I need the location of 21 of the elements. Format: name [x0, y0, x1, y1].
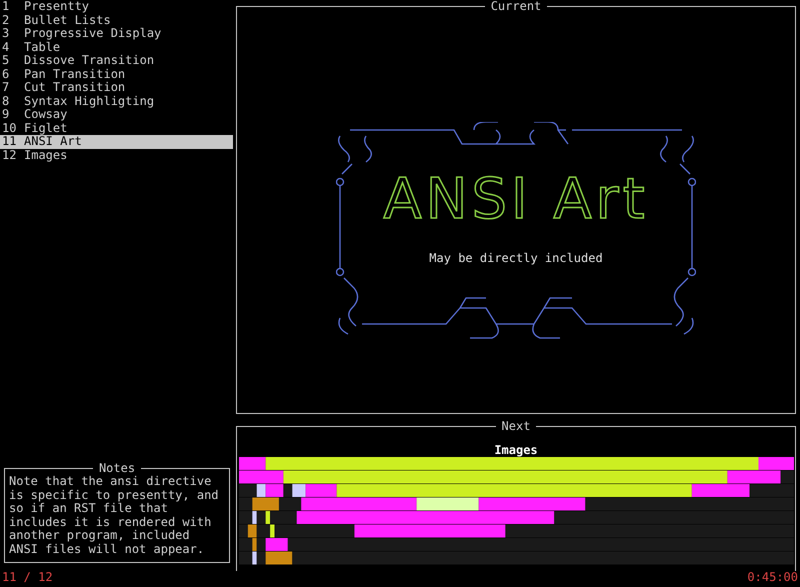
slide-list-item[interactable]: 1 Presentty [0, 0, 233, 14]
slide-list-item[interactable]: 2 Bullet Lists [0, 14, 233, 27]
slide-list-item[interactable]: 11 ANSI Art [0, 135, 233, 148]
slide-list-item[interactable]: 7 Cut Transition [0, 81, 233, 94]
next-heading: Images [494, 444, 538, 457]
panel-title: Current [490, 0, 542, 14]
slide-list-item[interactable]: 6 Pan Transition [0, 68, 233, 81]
slide-list-item[interactable]: 4 Table [0, 40, 233, 54]
slide-list-item[interactable]: 9 Cowsay [0, 108, 233, 122]
elapsed-time: 0:45:00 [747, 571, 798, 586]
slide-list-item[interactable]: 8 Syntax Highligting [0, 94, 233, 108]
notes-text: Note that the ansi directive is specific to presentty, and so if an RST file that includes it is rendered with another program, included ANSI files will not appear. [9, 475, 220, 556]
caption: May be directly included [429, 252, 603, 265]
panel-title: Next [500, 420, 532, 434]
slide-list-item[interactable]: 5 Dissove Transition [0, 54, 233, 68]
notes-title: Notes [98, 462, 136, 475]
slide-position: 11 / 12 [2, 571, 53, 586]
ascii-art-title: ANSI Art [383, 170, 649, 230]
slide-list-item[interactable]: 3 Progressive Display [0, 27, 233, 40]
slide-list-item[interactable]: 12 Images [0, 148, 233, 162]
slide-list-item[interactable]: 10 Figlet [0, 122, 233, 135]
